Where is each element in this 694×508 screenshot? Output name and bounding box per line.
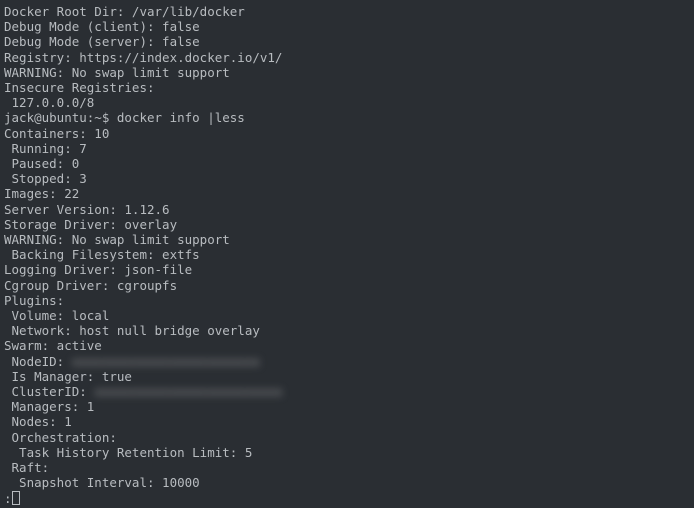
output-line: WARNING: No swap limit support bbox=[4, 65, 690, 80]
output-line: Is Manager: true bbox=[4, 369, 690, 384]
prompt-command: docker info |less bbox=[117, 110, 245, 125]
output-line: Plugins: bbox=[4, 293, 690, 308]
clusterid-value-redacted: xxxxxxxxxxxxxxxxxxxxxxxxx bbox=[94, 384, 282, 399]
output-line: Docker Root Dir: /var/lib/docker bbox=[4, 4, 690, 19]
output-line: NodeID: xxxxxxxxxxxxxxxxxxxxxxxxx bbox=[4, 354, 690, 369]
output-line: Snapshot Interval: 10000 bbox=[4, 475, 690, 490]
output-line: WARNING: No swap limit support bbox=[4, 232, 690, 247]
output-line: Orchestration: bbox=[4, 430, 690, 445]
prompt-userhost: jack@ubuntu:~$ bbox=[4, 110, 117, 125]
output-line: Managers: 1 bbox=[4, 399, 690, 414]
output-line: Stopped: 3 bbox=[4, 171, 690, 186]
output-line: Insecure Registries: bbox=[4, 80, 690, 95]
output-line: Backing Filesystem: extfs bbox=[4, 247, 690, 262]
output-line: Volume: local bbox=[4, 308, 690, 323]
output-line: ClusterID: xxxxxxxxxxxxxxxxxxxxxxxxx bbox=[4, 384, 690, 399]
output-line: Containers: 10 bbox=[4, 126, 690, 141]
output-line: Debug Mode (client): false bbox=[4, 19, 690, 34]
output-line: Swarm: active bbox=[4, 338, 690, 353]
output-line: Debug Mode (server): false bbox=[4, 34, 690, 49]
output-line: Network: host null bridge overlay bbox=[4, 323, 690, 338]
output-line: 127.0.0.0/8 bbox=[4, 95, 690, 110]
pager-prompt-line[interactable]: : bbox=[4, 491, 690, 506]
output-line: Raft: bbox=[4, 460, 690, 475]
nodeid-label: NodeID: bbox=[4, 354, 72, 369]
output-line: Storage Driver: overlay bbox=[4, 217, 690, 232]
terminal-output[interactable]: Docker Root Dir: /var/lib/docker Debug M… bbox=[4, 4, 690, 506]
output-line: Images: 22 bbox=[4, 186, 690, 201]
pager-prompt: : bbox=[4, 491, 12, 506]
output-line: Paused: 0 bbox=[4, 156, 690, 171]
output-line: Logging Driver: json-file bbox=[4, 262, 690, 277]
cursor bbox=[12, 491, 20, 505]
output-line: Cgroup Driver: cgroupfs bbox=[4, 278, 690, 293]
output-line: Registry: https://index.docker.io/v1/ bbox=[4, 50, 690, 65]
output-line: Running: 7 bbox=[4, 141, 690, 156]
clusterid-label: ClusterID: bbox=[4, 384, 94, 399]
output-line: Server Version: 1.12.6 bbox=[4, 202, 690, 217]
prompt-line: jack@ubuntu:~$ docker info |less bbox=[4, 110, 690, 125]
nodeid-value-redacted: xxxxxxxxxxxxxxxxxxxxxxxxx bbox=[72, 354, 260, 369]
output-line: Nodes: 1 bbox=[4, 414, 690, 429]
output-line: Task History Retention Limit: 5 bbox=[4, 445, 690, 460]
